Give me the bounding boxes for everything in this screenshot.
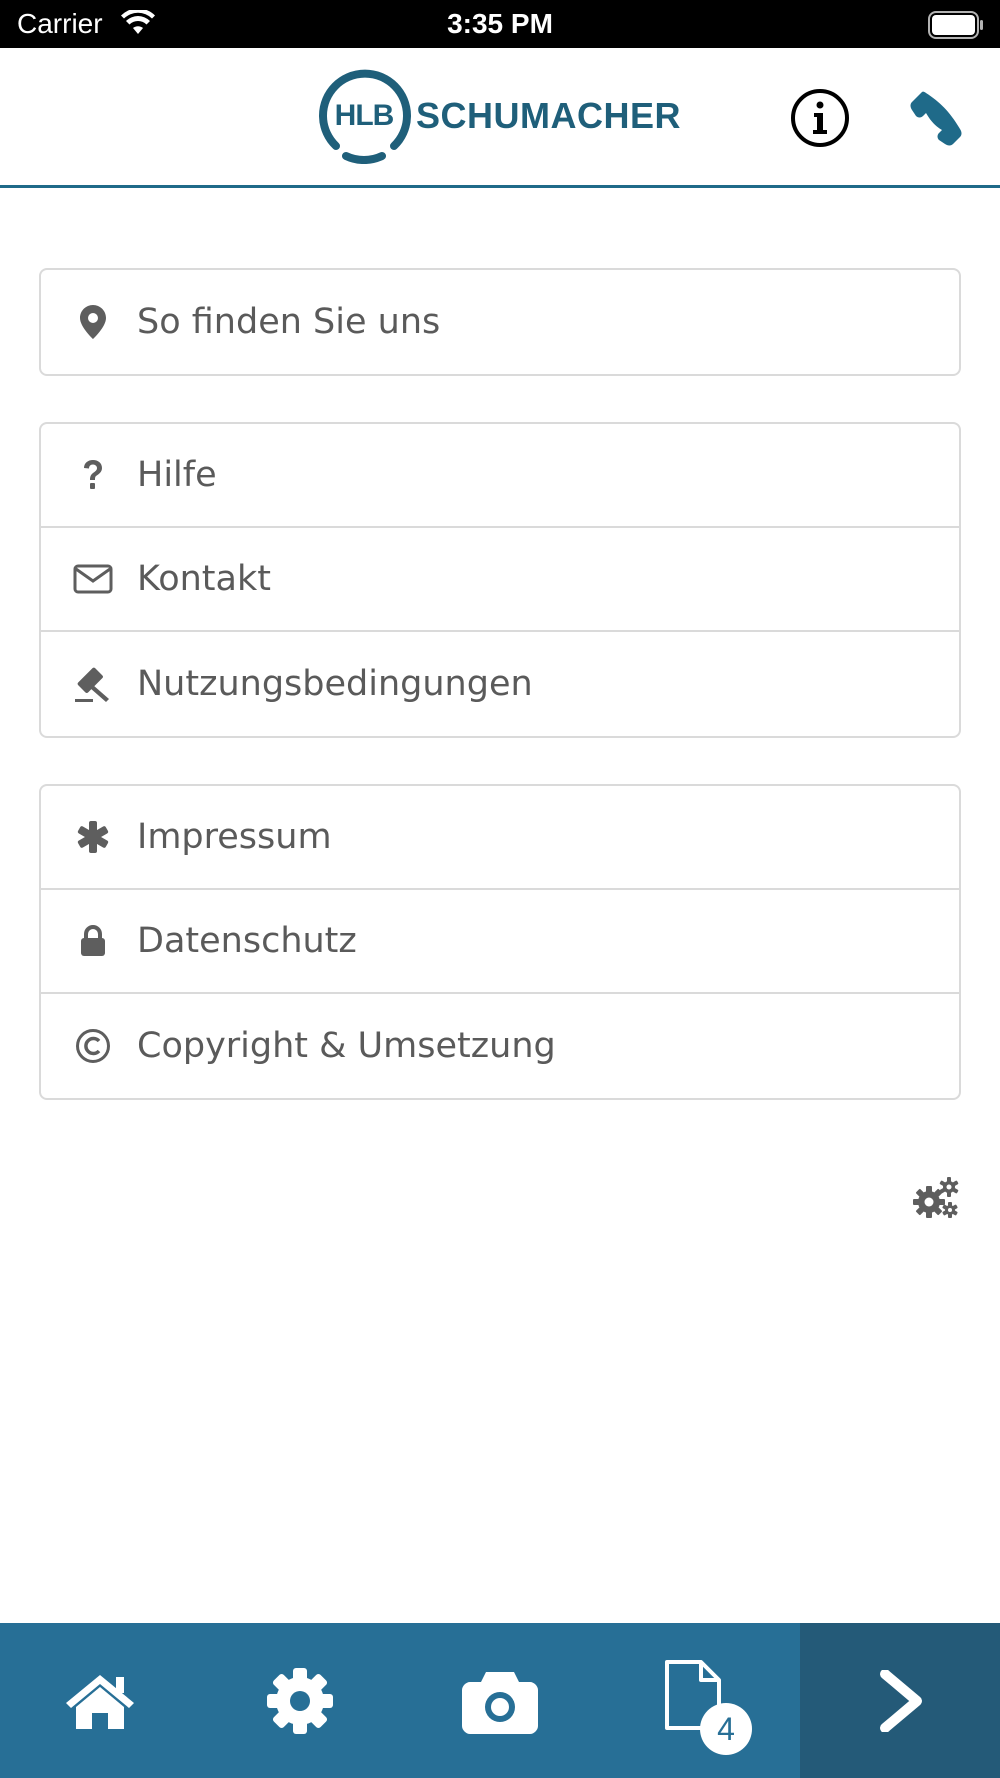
- brand-logo: HLB SCHUMACHER: [316, 68, 681, 164]
- chevron-right-icon: [880, 1669, 922, 1732]
- camera-icon: [462, 1671, 538, 1734]
- menu-group-location: So finden Sie uns: [39, 268, 961, 376]
- menu-item-impressum[interactable]: Impressum: [41, 786, 959, 890]
- menu-item-kontakt[interactable]: Kontakt: [41, 528, 959, 632]
- menu-item-datenschutz[interactable]: Datenschutz: [41, 890, 959, 994]
- map-marker-icon: [71, 300, 115, 344]
- gavel-icon: [71, 662, 115, 706]
- advanced-settings-button[interactable]: [912, 1176, 960, 1220]
- gears-icon: [913, 1177, 959, 1218]
- bottom-tab-bar: 4: [0, 1623, 1000, 1778]
- app-screen: Carrier 3:35 PM HLB SCHUMACHER So finden…: [0, 0, 1000, 1778]
- info-icon: [791, 89, 849, 147]
- phone-icon: [910, 91, 962, 146]
- phone-button[interactable]: [906, 88, 966, 148]
- settings-icon: [267, 1667, 333, 1734]
- home-icon: [66, 1674, 134, 1729]
- logo-name: SCHUMACHER: [416, 95, 681, 136]
- menu-item-hilfe[interactable]: Hilfe: [41, 424, 959, 528]
- info-button[interactable]: [790, 88, 850, 148]
- menu-item-label: Hilfe: [137, 455, 217, 495]
- menu-item-label: Datenschutz: [137, 921, 357, 961]
- logo-mark: HLB: [334, 99, 395, 132]
- menu-item-label: Copyright & Umsetzung: [137, 1026, 556, 1066]
- menu-item-label: So finden Sie uns: [137, 302, 441, 342]
- tab-camera[interactable]: [400, 1623, 600, 1778]
- tab-settings[interactable]: [200, 1623, 400, 1778]
- lock-icon: [71, 919, 115, 963]
- app-header: HLB SCHUMACHER: [0, 48, 1000, 188]
- tab-documents[interactable]: [600, 1623, 800, 1778]
- menu-group-help: Hilfe Kontakt Nutzungsbedingungen: [39, 422, 961, 738]
- menu-item-label: Kontakt: [137, 559, 271, 599]
- battery-icon: [928, 11, 984, 44]
- envelope-icon: [71, 557, 115, 601]
- menu-item-location[interactable]: So finden Sie uns: [41, 270, 959, 374]
- menu-group-legal: Impressum Datenschutz Copyright & Umsetz…: [39, 784, 961, 1100]
- menu-item-label: Impressum: [137, 817, 332, 857]
- status-bar: Carrier 3:35 PM: [0, 0, 1000, 48]
- tab-home[interactable]: [0, 1623, 200, 1778]
- clock-label: 3:35 PM: [447, 8, 553, 39]
- copyright-icon: [71, 1024, 115, 1068]
- logo-ring: HLB: [316, 68, 412, 164]
- menu-item-nutzungsbedingungen[interactable]: Nutzungsbedingungen: [41, 632, 959, 736]
- document-count-badge: 4: [700, 1703, 752, 1755]
- menu-item-copyright[interactable]: Copyright & Umsetzung: [41, 994, 959, 1098]
- asterisk-icon: [71, 815, 115, 859]
- question-icon: [71, 453, 115, 497]
- tab-next[interactable]: [800, 1623, 1000, 1778]
- menu-item-label: Nutzungsbedingungen: [137, 664, 533, 704]
